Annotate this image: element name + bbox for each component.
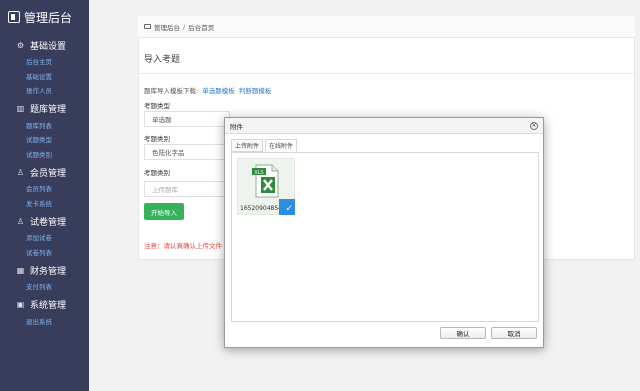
nav-title-basic[interactable]: ⚙ 基础设置: [0, 36, 89, 54]
dialog-title: 附件: [230, 122, 243, 131]
nav-title-label: 基础设置: [30, 41, 67, 52]
nav-group-questions: ▥ 题库管理 题库列表 试题类型 试题类别: [0, 100, 89, 162]
file-name: 1652090485479: [240, 205, 284, 212]
nav-title-label: 会员管理: [30, 168, 67, 179]
divider: [139, 73, 634, 74]
file-tile[interactable]: XLS 1652090485479: [237, 158, 295, 215]
nav-item-add-paper[interactable]: 添加试卷: [0, 230, 89, 245]
question-type-label: 考题类型: [144, 102, 170, 110]
nav-item-operators[interactable]: 操作人员: [0, 83, 89, 98]
attachment-dialog: 附件 × 上传附件 在线附件 XLS 1652090485479 确认 取消: [224, 117, 544, 348]
nav-item-bank-list[interactable]: 题库列表: [0, 118, 89, 133]
nav-item-payments[interactable]: 支付列表: [0, 279, 89, 294]
template-download-line: 题库导入模板下载: 单选题模板 判断题模板: [144, 85, 271, 95]
nav-item-card-system[interactable]: 发卡系统: [0, 196, 89, 211]
nav-item-paper-list[interactable]: 试卷列表: [0, 245, 89, 260]
user-icon: ♙: [16, 216, 25, 226]
breadcrumb-separator: /: [183, 22, 186, 31]
breadcrumb-current: 后台首页: [188, 23, 215, 32]
nav-group-members: ♙ 会员管理 会员列表 发卡系统: [0, 163, 89, 210]
nav-title-system[interactable]: ▣ 系统管理: [0, 296, 89, 314]
sidebar: 管理后台 ⚙ 基础设置 后台主页 基础设置 操作人员 ▥ 题库管理 题库列表 试…: [0, 0, 89, 391]
nav-item-dashboard[interactable]: 后台主页: [0, 54, 89, 69]
breadcrumb-root[interactable]: 管理后台: [154, 22, 180, 32]
folder-icon: [144, 24, 151, 29]
dialog-tabs: 上传附件 在线附件: [231, 139, 299, 152]
nav-title-label: 试卷管理: [30, 217, 67, 228]
cancel-button[interactable]: 取消: [491, 327, 537, 339]
nav-item-question-categories[interactable]: 试题类别: [0, 147, 89, 162]
tab-online-attachment[interactable]: 在线附件: [265, 139, 298, 152]
close-icon[interactable]: ×: [530, 122, 538, 130]
nav-title-papers[interactable]: ♙ 试卷管理: [0, 212, 89, 230]
checkmark-icon: [279, 199, 295, 215]
template-download-label: 题库导入模板下载:: [144, 87, 199, 95]
nav-title-label: 财务管理: [30, 266, 67, 277]
question-category-select[interactable]: 色陆化字品: [144, 144, 230, 160]
nav-item-question-types[interactable]: 试题类型: [0, 132, 89, 147]
nav-group-system: ▣ 系统管理 退出系统: [0, 296, 89, 329]
nav-item-basic-settings[interactable]: 基础设置: [0, 69, 89, 84]
monitor-icon: ▣: [16, 300, 25, 309]
page-title: 导入考题: [144, 55, 181, 65]
upload-bank-input[interactable]: 上传题库: [144, 181, 230, 197]
books-icon: ▥: [16, 104, 25, 113]
nav-title-label: 题库管理: [30, 105, 67, 115]
nav-group-papers: ♙ 试卷管理 添加试卷 试卷列表: [0, 212, 89, 259]
start-import-button[interactable]: 开始导入: [144, 203, 184, 220]
confirm-button[interactable]: 确认: [440, 327, 486, 339]
app-logo-icon: [8, 11, 20, 23]
single-choice-template-link[interactable]: 单选题模板: [202, 87, 235, 95]
nav-title-finance[interactable]: ▦ 财务管理: [0, 261, 89, 279]
tab-upload-attachment[interactable]: 上传附件: [231, 139, 264, 152]
app-title: 管理后台: [24, 10, 73, 25]
svg-text:XLS: XLS: [254, 170, 263, 176]
question-type-select[interactable]: 单选题: [144, 111, 230, 127]
attachment-panel: XLS 1652090485479: [231, 152, 539, 322]
nav-title-label: 系统管理: [30, 301, 67, 311]
app-logo[interactable]: 管理后台: [0, 0, 89, 34]
breadcrumb: 管理后台 / 后台首页: [138, 16, 635, 38]
excel-file-icon: XLS: [252, 164, 279, 198]
true-false-template-link[interactable]: 判断题模板: [239, 87, 272, 95]
nav-group-basic: ⚙ 基础设置 后台主页 基础设置 操作人员: [0, 36, 89, 98]
nav-title-questions[interactable]: ▥ 题库管理: [0, 100, 89, 118]
finance-icon: ▦: [16, 265, 25, 275]
warning-note: 注意：请认真确认上传文件: [144, 242, 222, 250]
gear-icon: ⚙: [16, 40, 25, 50]
top-bar: [89, 0, 640, 17]
nav-title-members[interactable]: ♙ 会员管理: [0, 163, 89, 181]
question-category-label: 考题类别: [144, 135, 170, 143]
nav-item-member-list[interactable]: 会员列表: [0, 181, 89, 196]
dialog-header: 附件 ×: [225, 118, 543, 134]
nav-item-logout[interactable]: 退出系统: [0, 314, 89, 329]
question-category2-label: 考题类别: [144, 169, 170, 177]
user-icon: ♙: [16, 167, 25, 177]
nav-group-finance: ▦ 财务管理 支付列表: [0, 261, 89, 294]
